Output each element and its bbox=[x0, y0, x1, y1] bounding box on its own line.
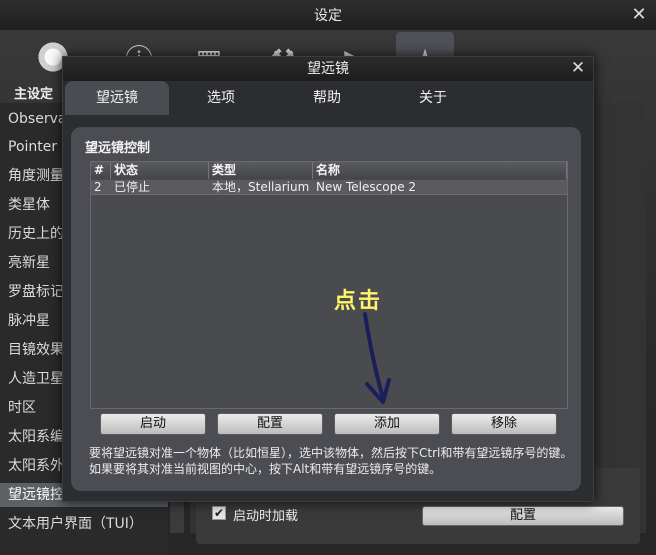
settings-title: 设定 bbox=[0, 0, 656, 30]
tab-options[interactable]: 选项 bbox=[181, 81, 261, 115]
sidebar-item-compass-marks[interactable]: 罗盘标记 bbox=[8, 280, 64, 304]
tab-about[interactable]: 关于 bbox=[393, 81, 473, 115]
add-button[interactable]: 添加 bbox=[334, 413, 440, 435]
dialog-title: 望远镜 bbox=[63, 57, 593, 81]
sidebar-item-tui[interactable]: 文本用户界面（TUI） bbox=[8, 512, 143, 536]
column-header-name[interactable]: 名称 bbox=[313, 162, 567, 179]
annotation-arrow-icon bbox=[363, 312, 391, 404]
tab-help[interactable]: 帮助 bbox=[287, 81, 367, 115]
column-header-status[interactable]: 状态 bbox=[111, 162, 209, 179]
remove-button[interactable]: 移除 bbox=[451, 413, 557, 435]
group-title: 望远镜控制 bbox=[85, 141, 151, 156]
autoload-checkbox[interactable]: ✔ bbox=[212, 506, 226, 520]
help-text: 要将望远镜对准一个物体（比如恒星），选中该物体，然后按下Ctrl和带有望远镜序号… bbox=[89, 446, 573, 476]
cell-name: New Telescope 2 bbox=[316, 180, 417, 194]
table-row[interactable]: 2 已停止 本地，Stellarium New Telescope 2 bbox=[91, 180, 567, 195]
sidebar-item-angle-measure[interactable]: 角度测量 bbox=[8, 164, 64, 188]
dialog-tabs: 望远镜 选项 帮助 关于 bbox=[63, 81, 593, 115]
cell-number: 2 bbox=[94, 180, 102, 194]
sidebar-item-oculars[interactable]: 目镜效果 bbox=[8, 338, 64, 362]
column-header-type[interactable]: 类型 bbox=[209, 162, 313, 179]
sidebar-item-time-zone[interactable]: 时区 bbox=[8, 396, 36, 420]
column-header-number[interactable]: # bbox=[91, 162, 111, 179]
sidebar-item-pulsars[interactable]: 脉冲星 bbox=[8, 309, 50, 333]
sidebar-item-bright-novae[interactable]: 亮新星 bbox=[8, 251, 50, 275]
tab-telescopes[interactable]: 望远镜 bbox=[65, 81, 169, 115]
settings-category-label: 主设定 bbox=[14, 87, 54, 102]
telescope-table: # 状态 类型 名称 2 已停止 本地，Stellarium New Teles… bbox=[90, 161, 568, 409]
start-button[interactable]: 启动 bbox=[100, 413, 206, 435]
telescope-dialog: 望远镜 ✕ 望远镜 选项 帮助 关于 望远镜控制 # 状态 类型 名称 2 已停… bbox=[62, 56, 594, 502]
configure-button[interactable]: 配置 bbox=[217, 413, 323, 435]
sidebar-item-quasars[interactable]: 类星体 bbox=[8, 193, 50, 217]
autoload-label: 启动时加载 bbox=[233, 509, 299, 524]
cell-status: 已停止 bbox=[114, 180, 151, 194]
plugin-config-button[interactable]: 配置 bbox=[422, 506, 624, 526]
sidebar-item-satellites[interactable]: 人造卫星 bbox=[8, 367, 64, 391]
cell-type: 本地，Stellarium bbox=[212, 180, 310, 194]
settings-close-icon[interactable]: ✕ bbox=[630, 6, 648, 24]
dialog-close-icon[interactable]: ✕ bbox=[569, 59, 587, 77]
